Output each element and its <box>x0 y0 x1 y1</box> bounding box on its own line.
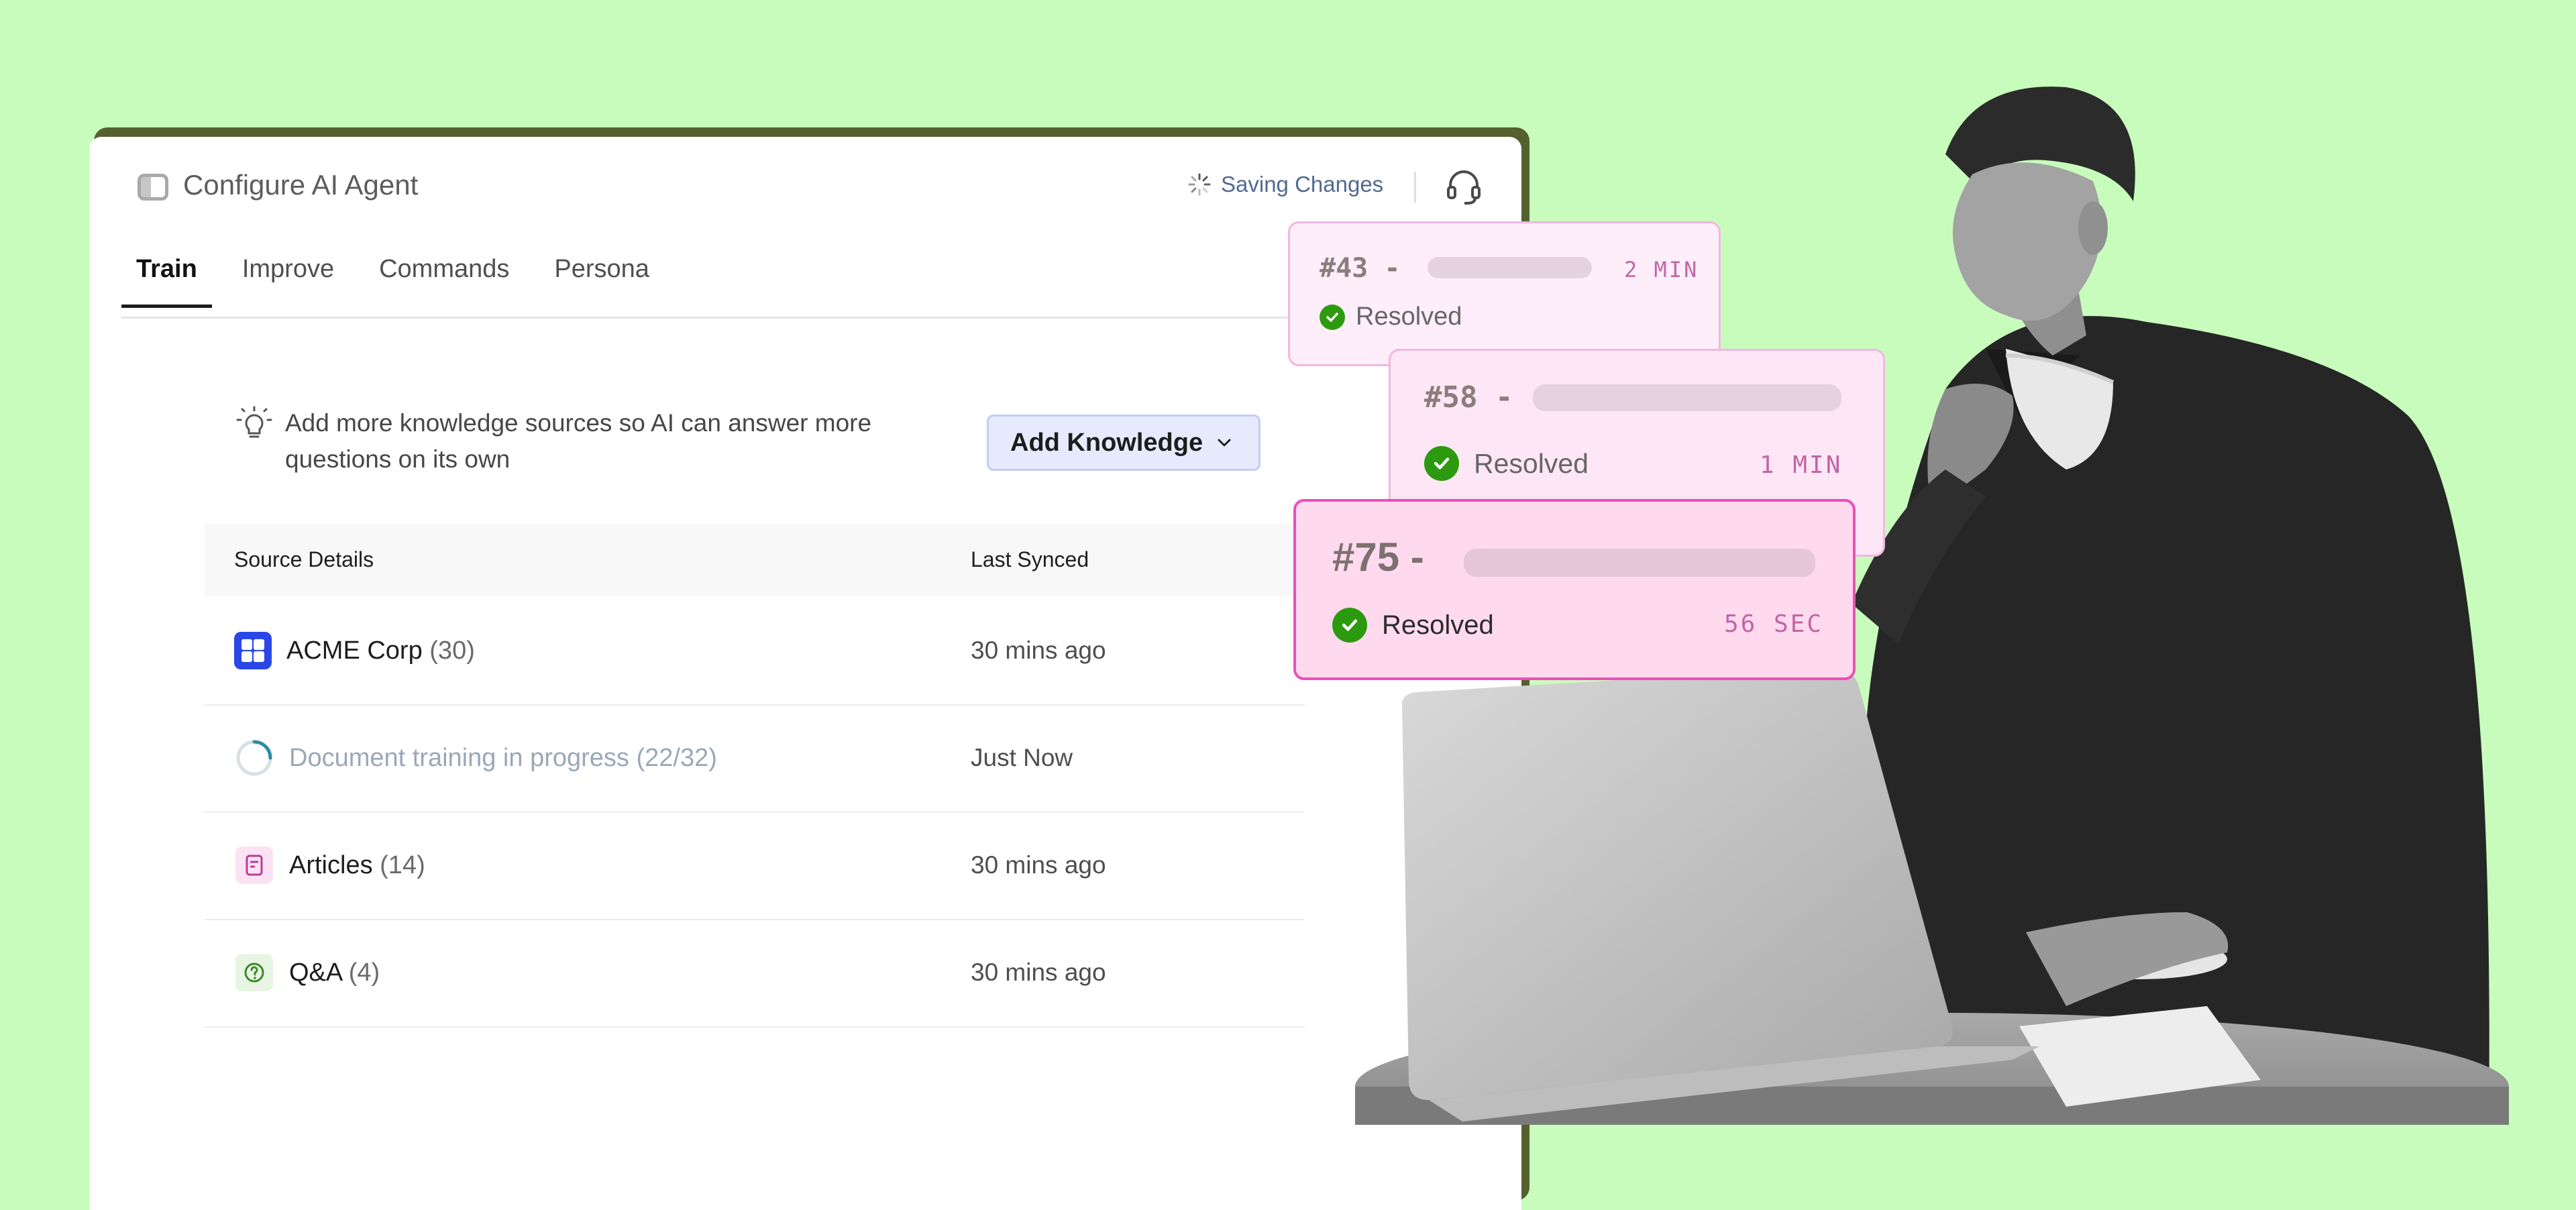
table-row[interactable]: ACME Corp (30) 30 mins ago <box>205 597 1305 706</box>
ticket-status: Resolved <box>1474 447 1589 479</box>
column-source-details: Source Details <box>234 547 374 571</box>
resolved-check-icon <box>1424 446 1459 481</box>
source-count: (30) <box>429 636 475 665</box>
ticket-time: 2 MIN <box>1624 257 1699 282</box>
last-synced: 30 mins ago <box>971 637 1106 664</box>
ticket-number: #58 - <box>1424 380 1513 415</box>
source-name: Document training in progress <box>289 743 629 772</box>
ticket-status: Resolved <box>1382 610 1494 640</box>
ticket-title-placeholder <box>1533 384 1841 411</box>
chevron-down-icon <box>1218 439 1231 447</box>
source-count: (22/32) <box>636 743 717 772</box>
table-row[interactable]: Articles (14) 30 mins ago <box>205 812 1305 920</box>
ticket-time: 1 MIN <box>1760 451 1843 479</box>
tab-improve[interactable]: Improve <box>242 237 334 308</box>
grid-app-icon <box>234 632 272 669</box>
tab-commands[interactable]: Commands <box>379 237 509 308</box>
document-icon <box>235 846 273 884</box>
source-name: Q&A <box>289 958 342 987</box>
ticket-status: Resolved <box>1356 302 1462 331</box>
knowledge-tip: Add more knowledge sources so AI can ans… <box>285 409 872 473</box>
ticket-card: #75 - Resolved 56 SEC <box>1293 499 1856 680</box>
ticket-number: #75 - <box>1332 535 1424 580</box>
add-knowledge-button[interactable]: Add Knowledge <box>987 415 1260 471</box>
column-last-synced: Last Synced <box>971 547 1089 571</box>
table-row[interactable]: Document training in progress (22/32) Ju… <box>205 704 1305 813</box>
source-name: ACME Corp <box>286 636 423 665</box>
resolved-check-icon <box>1320 304 1345 330</box>
ticket-time: 56 SEC <box>1724 610 1824 638</box>
source-count: (14) <box>380 850 425 879</box>
add-knowledge-label: Add Knowledge <box>1010 428 1203 457</box>
question-icon <box>235 954 273 991</box>
ticket-title-placeholder <box>1464 549 1815 577</box>
tab-bar: Train Improve Commands Persona <box>121 237 694 308</box>
ticket-number: #43 - <box>1320 253 1401 284</box>
last-synced: 30 mins ago <box>971 851 1106 879</box>
sidebar-toggle-icon[interactable] <box>138 174 168 201</box>
resolved-check-icon <box>1332 608 1367 643</box>
progress-spinner-icon <box>236 740 272 776</box>
loading-spinner-icon <box>1188 173 1211 196</box>
ticket-card: #43 - 2 MIN Resolved <box>1288 221 1721 366</box>
last-synced: 30 mins ago <box>971 958 1106 986</box>
table-header: Source Details Last Synced <box>205 523 1305 597</box>
table-row[interactable]: Q&A (4) 30 mins ago <box>205 919 1305 1028</box>
tab-train[interactable]: Train <box>121 237 212 308</box>
tab-persona[interactable]: Persona <box>554 237 649 308</box>
source-count: (4) <box>348 958 380 987</box>
lightbulb-icon <box>236 406 272 438</box>
ticket-title-placeholder <box>1428 257 1592 278</box>
page-title: Configure AI Agent <box>183 169 419 201</box>
last-synced: Just Now <box>971 744 1073 771</box>
source-name: Articles <box>289 850 373 879</box>
